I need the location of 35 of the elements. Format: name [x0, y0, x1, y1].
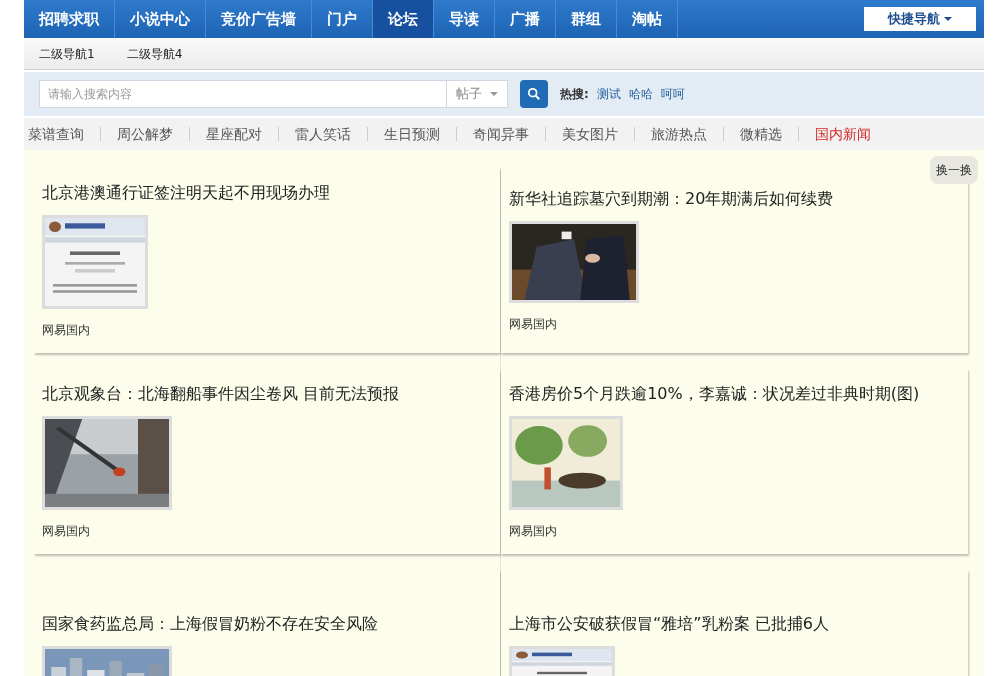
sub-nav-link[interactable]: 二级导航4 — [126, 44, 183, 63]
hot-search-link[interactable]: 呵呵 — [660, 85, 685, 103]
category-tab[interactable]: 周公解梦 — [117, 123, 173, 145]
hot-search-link[interactable]: 测试 — [596, 85, 621, 103]
category-tab[interactable]: 雷人笑话 — [295, 123, 351, 145]
nav-tab[interactable]: 论坛 — [373, 0, 434, 38]
news-title[interactable]: 北京观象台：北海翻船事件因尘卷风 目前无法预报 — [42, 383, 492, 404]
news-title[interactable]: 新华社追踪墓穴到期潮：20年期满后如何续费 — [509, 188, 960, 209]
news-title[interactable]: 香港房价5个月跌逾10%，李嘉诚：状况差过非典时期(图) — [509, 383, 960, 404]
category-tab[interactable]: 菜谱查询 — [28, 123, 84, 145]
category-tab[interactable]: 旅游热点 — [651, 123, 707, 145]
category-tab[interactable]: 星座配对 — [206, 123, 262, 145]
search-icon — [527, 87, 541, 101]
category-tab[interactable]: 奇闻异事 — [473, 123, 529, 145]
quick-nav-button[interactable]: 快捷导航 — [864, 7, 976, 31]
caret-icon — [944, 17, 952, 21]
hot-search-link[interactable]: 哈哈 — [628, 85, 653, 103]
category-tab[interactable]: 生日预测 — [384, 123, 440, 145]
news-source: 网易国内 — [509, 522, 558, 540]
scope-select[interactable]: 帖子 — [447, 80, 508, 108]
news-source: 网易国内 — [42, 522, 91, 540]
search-field[interactable]: 请输入搜索内容 — [39, 80, 447, 108]
category-tab[interactable]: 微精选 — [740, 123, 782, 145]
caret-icon — [490, 92, 498, 96]
news-source: 网易国内 — [509, 315, 558, 333]
category-tab[interactable]: 国内新闻 — [815, 123, 871, 145]
news-title[interactable]: 上海市公安破获假冒“雅培”乳粉案 已批捕6人 — [509, 613, 960, 634]
news-title[interactable]: 北京港澳通行证签注明天起不用现场办理 — [42, 182, 492, 203]
news-title[interactable]: 国家食药监总局：上海假冒奶粉不存在安全风险 — [42, 613, 492, 634]
hot-search-label: 热搜: — [560, 86, 589, 103]
shuffle-button[interactable]: 换一换 — [930, 156, 978, 184]
category-tab[interactable]: 美女图片 — [562, 123, 618, 145]
sub-nav-link[interactable]: 二级导航1 — [39, 44, 95, 63]
search-button[interactable] — [520, 80, 548, 108]
news-source: 网易国内 — [42, 321, 91, 339]
